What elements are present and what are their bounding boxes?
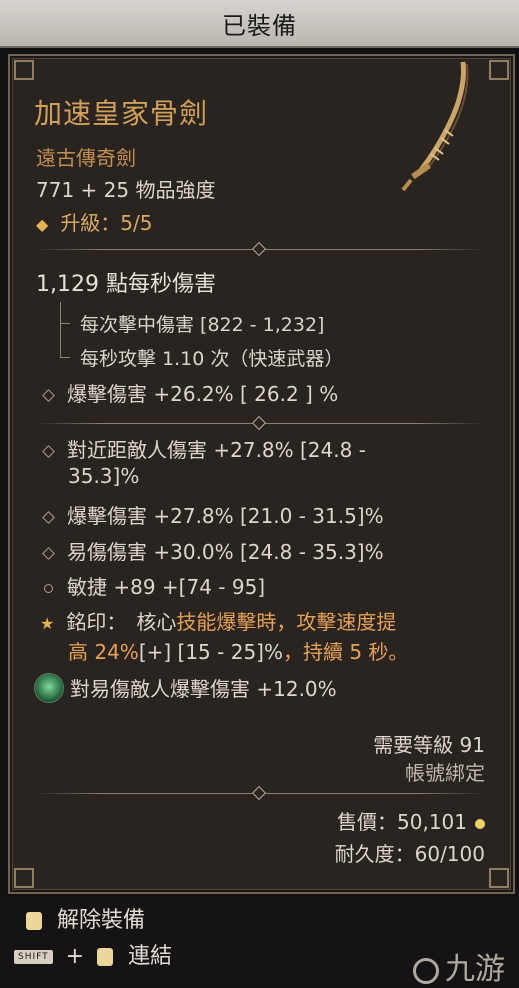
durability: 耐久度：60/100	[334, 842, 485, 866]
affix-1-line2: 35.3]%	[68, 464, 140, 488]
watermark-logo: 九游	[413, 944, 505, 988]
bullet-icon	[42, 445, 55, 458]
gold-coin-icon	[475, 818, 485, 829]
attack-speed: 每秒攻擊 1.10 次（快速武器）	[80, 348, 344, 370]
item-power: 771 + 25 物品強度	[36, 178, 216, 202]
bullet-icon	[42, 511, 55, 524]
aspect-line1: ★ 銘印： 核心技能爆擊時，攻擊速度提	[40, 610, 397, 634]
upgrade-label: 升級：5/5	[60, 211, 153, 235]
diamond-icon: ◆	[36, 215, 49, 234]
emerald-gem-icon	[34, 673, 64, 703]
sell-price: 售價：50,101	[337, 806, 485, 835]
tree-tick	[60, 357, 70, 358]
section-divider	[36, 785, 484, 801]
aspect-line2: 高 24%[+] [15 - 25]%，持續 5 秒。	[68, 640, 409, 664]
shift-key-icon: SHIFT	[14, 950, 53, 964]
bullet-circle-icon	[44, 584, 53, 593]
affix-3: 易傷傷害 +30.0% [24.8 - 35.3]%	[42, 536, 384, 565]
item-type: 遠古傳奇劍	[36, 146, 136, 170]
window-title-bar: 已裝備	[0, 0, 519, 48]
tree-tick	[60, 323, 70, 324]
item-upgrade: ◆ 升級：5/5	[36, 207, 153, 236]
item-name: 加速皇家骨劍	[34, 97, 209, 130]
gem-bonus: 對易傷敵人爆擊傷害 +12.0%	[70, 677, 337, 701]
affix-1: 對近距敵人傷害 +27.8% [24.8 -	[42, 434, 366, 463]
mouse-icon	[26, 912, 42, 930]
bullet-icon	[42, 547, 55, 560]
unequip-action[interactable]: 解除裝備	[26, 902, 145, 934]
affix-2: 爆擊傷害 +27.8% [21.0 - 31.5]%	[42, 500, 384, 529]
crit-damage-implicit: 爆擊傷害 +26.2% [ 26.2 ] %	[42, 378, 338, 407]
dps-value: 1,129 點每秒傷害	[36, 272, 216, 297]
affix-4: 敏捷 +89 +[74 - 95]	[44, 571, 265, 600]
account-bound: 帳號綁定	[405, 761, 485, 785]
sword-image	[401, 61, 469, 192]
link-action[interactable]: SHIFT + 連結	[14, 938, 172, 970]
tree-line	[60, 302, 61, 358]
section-divider	[36, 415, 484, 431]
section-divider	[36, 241, 484, 257]
bullet-icon	[42, 389, 55, 402]
logo-icon	[413, 957, 439, 984]
required-level: 需要等級 91	[373, 733, 485, 757]
hit-damage: 每次擊中傷害 [822 - 1,232]	[80, 314, 325, 336]
mouse-icon	[97, 948, 114, 966]
star-icon: ★	[40, 614, 55, 633]
window-title: 已裝備	[222, 11, 297, 40]
